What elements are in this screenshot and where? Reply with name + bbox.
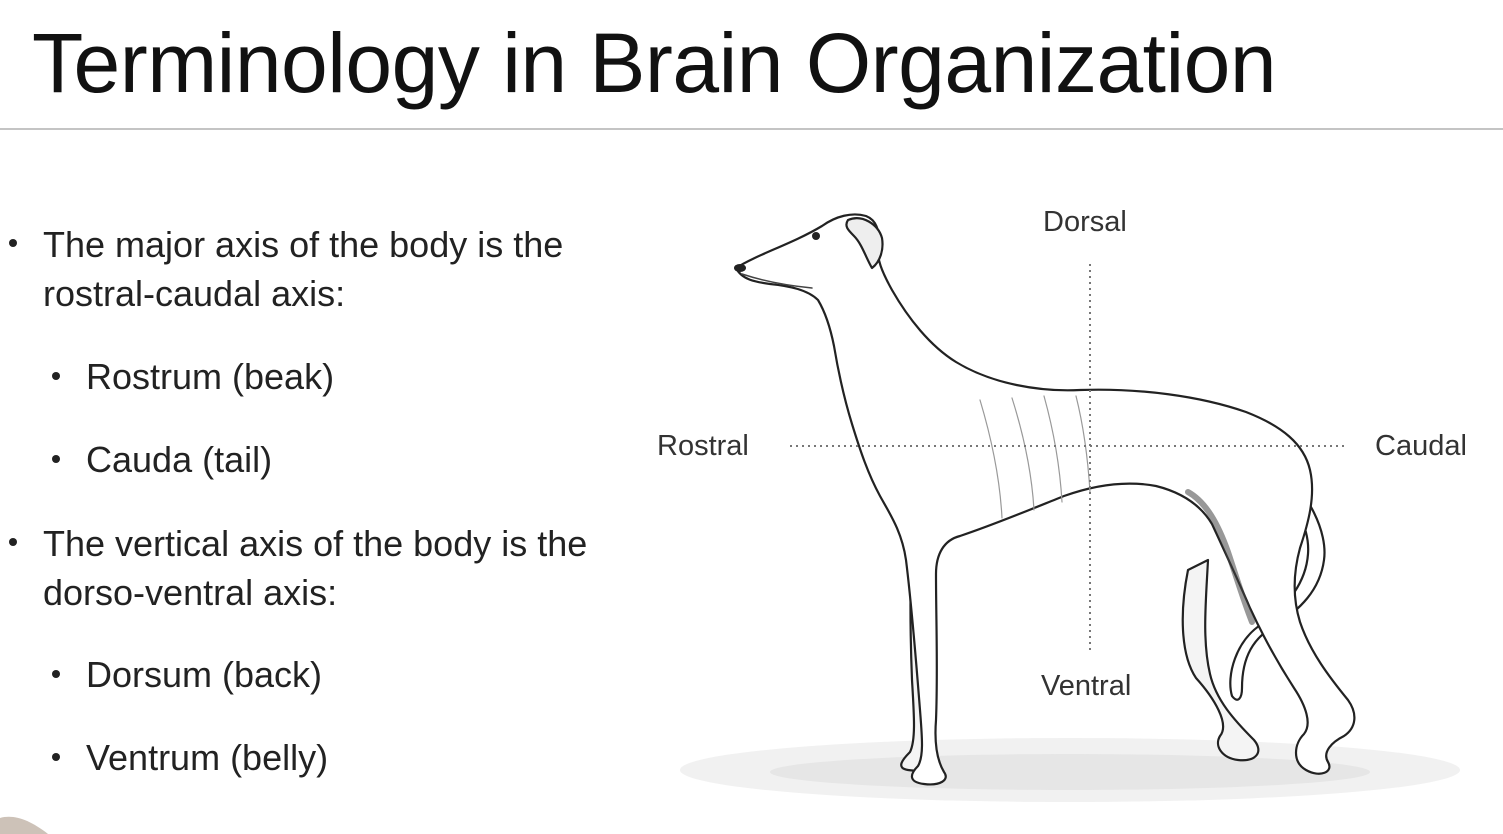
bullet-text: Cauda (tail) (86, 439, 273, 480)
dog-nose (734, 264, 746, 272)
bullet-dot (52, 455, 60, 463)
greyhound-illustration (680, 213, 1460, 802)
bullet-major-axis: The major axis of the body is the rostra… (9, 220, 653, 318)
bullet-rostrum: Rostrum (beak) (52, 352, 646, 401)
bullet-list: The major axis of the body is the rostra… (0, 0, 660, 834)
bullet-vertical-axis: The vertical axis of the body is the dor… (9, 519, 653, 617)
bullet-text: Rostrum (beak) (86, 356, 335, 397)
bullet-text: The vertical axis of the body is the dor… (43, 523, 588, 613)
caudal-label: Caudal (1375, 430, 1467, 462)
ventral-label: Ventral (1041, 670, 1132, 702)
bullet-dot (52, 670, 60, 678)
bullet-text: Dorsum (back) (86, 654, 323, 695)
bullet-text: The major axis of the body is the rostra… (43, 224, 564, 314)
dog-eye (812, 232, 820, 240)
dorsal-label: Dorsal (1043, 206, 1127, 238)
bullet-ventrum: Ventrum (belly) (52, 733, 646, 782)
ground-shadow-inner (770, 754, 1370, 790)
bullet-dot (52, 372, 60, 380)
greyhound-axis-figure: Dorsal Ventral Rostral Caudal (640, 140, 1503, 834)
rostral-label: Rostral (657, 430, 749, 462)
bullet-cauda: Cauda (tail) (52, 435, 646, 484)
bullet-text: Ventrum (belly) (86, 737, 329, 778)
bullet-dorsum: Dorsum (back) (52, 650, 646, 699)
corner-decoration (0, 816, 48, 834)
bullet-dot (9, 538, 17, 546)
bullet-dot (52, 753, 60, 761)
bullet-dot (9, 239, 17, 247)
